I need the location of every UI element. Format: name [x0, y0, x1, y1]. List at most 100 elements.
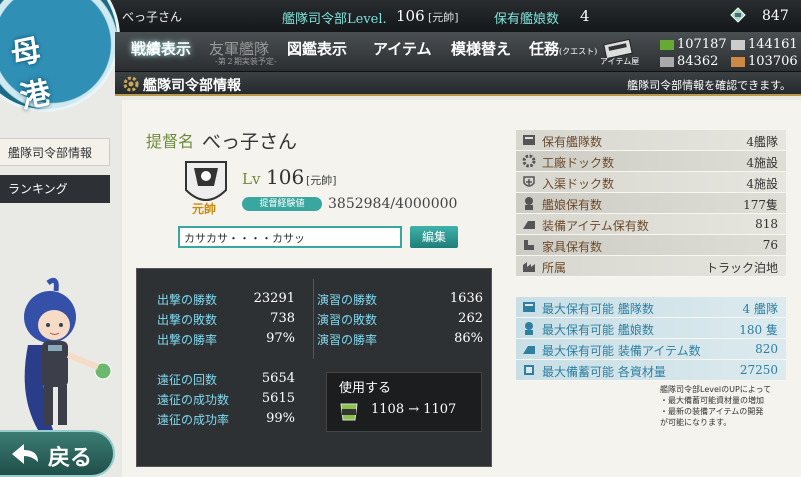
repair-bucket-icon — [340, 403, 358, 421]
practice-rate-label: 演習の勝率 — [317, 333, 378, 347]
max-label: 最大保有可能 艦隊数 — [542, 302, 654, 316]
fleet-icon — [523, 302, 535, 312]
port-home-button[interactable]: 母港 — [0, 0, 120, 116]
expedition-success-value: 5615 — [261, 391, 295, 406]
sortie-rate-value: 97% — [266, 331, 295, 346]
info-row-construction-docks: 工廠ドック数 4施設 — [516, 151, 786, 172]
sidenav-ranking[interactable]: ランキング — [0, 175, 110, 203]
rank-emblem-text: 元帥 — [192, 202, 217, 216]
top-status-bar: べっ子さん 艦隊司令部Level. 106 [元帥] 保有艦娘数 4 847 — [0, 0, 801, 32]
back-arrow-icon — [12, 444, 38, 464]
bauxite-icon — [731, 56, 745, 67]
sortie-losses-label: 出撃の敗数 — [157, 313, 218, 327]
section-title: 艦隊司令部情報 — [143, 78, 241, 94]
resource-fuel: 107187 — [660, 37, 727, 52]
sortie-losses-value: 738 — [270, 311, 295, 326]
bauxite-value: 103706 — [748, 54, 798, 69]
expedition-success-label: 遠征の成功数 — [157, 393, 230, 407]
ships-count-label: 保有艦娘数 — [494, 12, 560, 27]
battle-stats-panel: 出撃の勝数 23291 出撃の敗数 738 出撃の勝率 97% 演習の勝数 16… — [136, 268, 492, 467]
expedition-rate-value: 99% — [266, 411, 295, 426]
resource-steel: 84362 — [660, 54, 718, 69]
info-value: 4施設 — [746, 156, 778, 170]
max-row-fleets: 最大保有可能 艦隊数 4 艦隊 — [516, 297, 786, 318]
info-label: 艦娘保有数 — [542, 198, 603, 212]
practice-wins-value: 1636 — [449, 291, 483, 306]
admiral-name: べっ子さん — [202, 131, 298, 153]
max-value: 820 — [755, 342, 778, 356]
expedition-count-value: 5654 — [261, 371, 295, 386]
sortie-wins-label: 出撃の勝数 — [157, 293, 218, 307]
repair-title: 使用する — [339, 381, 392, 396]
menu-quest-label: 任務 — [529, 40, 560, 58]
max-value: 4 艦隊 — [742, 302, 778, 316]
equipment-icon — [523, 346, 535, 354]
fleet-icon — [523, 135, 535, 145]
max-value: 180 隻 — [739, 323, 778, 337]
fuel-value: 107187 — [677, 37, 727, 52]
section-hint: 艦隊司令部情報を確認できます。 — [627, 79, 791, 92]
shipgirl-icon — [525, 322, 533, 335]
max-value: 27250 — [739, 363, 778, 377]
info-value: 4艦隊 — [746, 135, 778, 149]
info-label: 保有艦隊数 — [542, 135, 603, 149]
menu-quest[interactable]: 任務(クエスト) — [529, 38, 597, 59]
equipment-icon — [523, 221, 535, 229]
hq-rank: [元帥] — [428, 11, 459, 24]
ships-count-value: 4 — [580, 7, 590, 25]
sidenav-hq-info[interactable]: 艦隊司令部情報 — [0, 138, 110, 166]
edit-comment-button[interactable]: 編集 — [410, 226, 458, 248]
repair-icon — [523, 176, 535, 187]
practice-wins-label: 演習の勝数 — [317, 293, 378, 307]
hq-info-panel: 提督名 べっ子さん 元帥 Lv 106 [元帥] 提督経験値 3852984/4… — [122, 100, 801, 477]
info-label: 装備アイテム保有数 — [542, 219, 649, 233]
info-value: 818 — [755, 217, 778, 231]
practice-losses-label: 演習の敗数 — [317, 313, 378, 327]
sortie-rate-label: 出撃の勝率 — [157, 333, 218, 347]
note-line-4: が可能になります。 — [660, 418, 732, 427]
max-row-resources: 最大備蓄可能 各資材量 27250 — [516, 360, 786, 381]
item-shop-label: アイテム屋 — [600, 57, 640, 66]
furniture-icon — [524, 240, 534, 250]
note-line-3: ・最新の装備アイテムの開発 — [660, 407, 764, 416]
resource-icon — [524, 365, 534, 375]
base-icon — [523, 262, 535, 272]
sortie-wins-value: 23291 — [253, 291, 295, 306]
exp-value: 3852984/4000000 — [328, 196, 458, 212]
furniture-coin-icon — [730, 7, 746, 23]
player-name: べっ子さん — [122, 10, 183, 24]
menu-items[interactable]: アイテム — [373, 38, 432, 59]
note-line-1: 艦隊司令部LevelのUPによって — [660, 385, 772, 394]
max-row-equipment: 最大保有可能 装備アイテム数 820 — [516, 339, 786, 360]
main-menu-bar: 戦績表示 友軍艦隊 -第２期実装予定- 図鑑表示 アイテム 模様替え 任務(クエ… — [115, 32, 801, 72]
info-value: 76 — [762, 238, 778, 252]
practice-rate-value: 86% — [454, 331, 483, 346]
info-row-base: 所属 トラック泊地 — [516, 256, 786, 277]
stats-divider — [313, 279, 314, 359]
repair-usage-box: 使用する 1108 → 1107 — [326, 372, 482, 432]
max-label: 最大保有可能 艦娘数 — [542, 323, 654, 337]
secretary-character — [24, 277, 112, 430]
practice-losses-value: 262 — [458, 311, 483, 326]
port-label: 母港 — [7, 32, 52, 116]
resource-ammo: 144161 — [731, 37, 798, 52]
menu-friend-fleet-sub: -第２期実装予定- — [215, 57, 277, 66]
note-line-2: ・最大備蓄可能資材量の増加 — [660, 396, 764, 405]
admiral-name-label: 提督名 — [146, 132, 195, 151]
comment-input[interactable]: カサカサ・・・・カサッ — [178, 226, 402, 248]
fuel-icon — [660, 39, 674, 50]
info-label: 工廠ドック数 — [542, 156, 615, 170]
menu-interior[interactable]: 模様替え — [451, 38, 511, 59]
info-row-fleets: 保有艦隊数 4艦隊 — [516, 130, 786, 151]
info-row-repair-docks: 入渠ドック数 4施設 — [516, 172, 786, 193]
back-button[interactable]: 戻る — [0, 430, 115, 477]
info-label: 所属 — [542, 261, 567, 275]
menu-library[interactable]: 図鑑表示 — [287, 38, 347, 59]
info-row-shipgirls: 艦娘保有数 177隻 — [516, 193, 786, 214]
menu-record[interactable]: 戦績表示 — [131, 38, 191, 59]
level-value: 106 — [266, 165, 305, 189]
ammo-value: 144161 — [748, 37, 798, 52]
info-value: 177隻 — [743, 198, 778, 212]
steel-icon — [660, 56, 674, 67]
ammo-icon — [731, 39, 745, 50]
